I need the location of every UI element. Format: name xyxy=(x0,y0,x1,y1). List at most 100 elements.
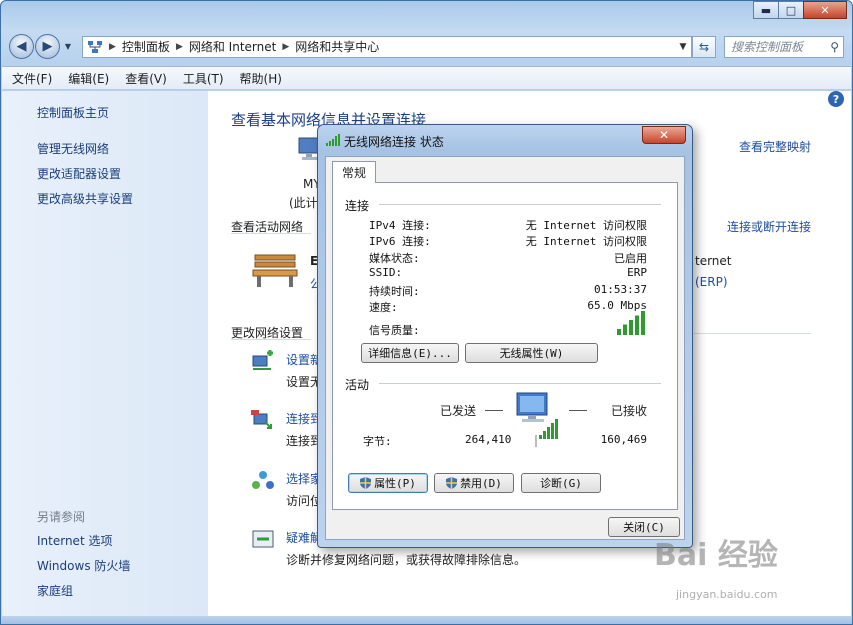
maximize-button[interactable]: □ xyxy=(778,1,804,19)
close-window-button[interactable]: ✕ xyxy=(803,1,847,19)
ssid-label: SSID: xyxy=(369,266,403,279)
back-button[interactable]: ◀ xyxy=(9,34,34,59)
computer-sub: (此计 xyxy=(289,196,318,210)
chevron-right-icon: ▶ xyxy=(175,41,183,52)
general-tab-panel: 连接 IPv4 连接: 无 Internet 访问权限 IPv6 连接: 无 I… xyxy=(332,182,678,510)
sidebar-advanced-sharing[interactable]: 更改高级共享设置 xyxy=(37,190,133,207)
divider xyxy=(379,204,661,205)
address-dropdown-icon[interactable]: ▼ xyxy=(675,42,691,52)
activity-group-label: 活动 xyxy=(345,378,370,392)
dialog-close-button[interactable]: ✕ xyxy=(642,126,686,144)
signal-quality-bars-icon xyxy=(617,311,645,335)
connect-to-network-icon xyxy=(251,410,272,429)
bytes-received-value: 160,469 xyxy=(600,433,647,446)
signal-bar xyxy=(617,329,621,335)
forward-arrow-icon: ▶ xyxy=(42,39,53,54)
wireless-properties-button[interactable]: 无线属性(W) xyxy=(465,343,598,363)
address-bar[interactable]: ▶ 控制面板 ▶ 网络和 Internet ▶ 网络和共享中心 ▼ xyxy=(82,35,692,58)
ipv4-label: IPv4 连接: xyxy=(369,219,431,232)
menu-tools[interactable]: 工具(T) xyxy=(183,70,224,87)
caption-buttons: ▬ □ ✕ xyxy=(753,1,847,19)
signal-bar xyxy=(629,320,633,335)
divider xyxy=(485,410,503,411)
see-also-windows-firewall[interactable]: Windows 防火墙 xyxy=(37,557,130,574)
baidu-watermark-url: jingyan.baidu.com xyxy=(676,588,778,601)
signal-bar xyxy=(623,324,627,335)
close-icon: ✕ xyxy=(658,128,670,142)
disable-button-label: 禁用(D) xyxy=(460,477,502,490)
chevron-right-icon: ▶ xyxy=(109,41,116,52)
details-button[interactable]: 详细信息(E)... xyxy=(361,343,459,363)
recent-pages-dropdown[interactable]: ▼ xyxy=(62,42,74,51)
signal-bar xyxy=(635,315,639,335)
menu-view[interactable]: 查看(V) xyxy=(125,70,167,87)
minimize-button[interactable]: ▬ xyxy=(753,1,779,19)
search-icon[interactable]: ⚲ xyxy=(830,40,839,54)
see-also-homegroup[interactable]: 家庭组 xyxy=(37,582,73,599)
uac-shield-icon xyxy=(360,477,372,489)
properties-button-label: 属性(P) xyxy=(374,477,416,490)
signal-bar xyxy=(641,311,645,335)
speed-label: 速度: xyxy=(369,301,398,314)
ipv4-value: 无 Internet 访问权限 xyxy=(525,219,647,232)
bytes-sent-value: 264,410 xyxy=(465,433,512,446)
sidebar-control-panel-home[interactable]: 控制面板主页 xyxy=(37,104,109,121)
breadcrumb-network-sharing-center[interactable]: 网络和共享中心 xyxy=(295,38,379,55)
connection-group-label: 连接 xyxy=(345,199,370,213)
media-state-value: 已启用 xyxy=(614,252,647,265)
duration-label: 持续时间: xyxy=(369,285,420,298)
bytes-label: 字节: xyxy=(363,435,392,448)
divider xyxy=(231,233,311,234)
homegroup-icon xyxy=(252,471,274,489)
back-arrow-icon: ◀ xyxy=(16,39,27,54)
access-type: ternet xyxy=(695,254,732,268)
menu-file[interactable]: 文件(F) xyxy=(12,70,52,87)
forward-button[interactable]: ▶ xyxy=(35,34,60,59)
menu-help[interactable]: 帮助(H) xyxy=(240,70,282,87)
ssid-value: ERP xyxy=(627,266,647,279)
task-troubleshoot-desc: 诊断并修复网络问题，或获得故障排除信息。 xyxy=(286,553,527,567)
properties-button[interactable]: 属性(P) xyxy=(348,473,428,493)
dialog-title: 无线网络连接 状态 xyxy=(344,135,444,149)
refresh-button[interactable]: ⇆ xyxy=(692,35,716,58)
tab-general[interactable]: 常规 xyxy=(332,161,376,183)
divider xyxy=(379,383,661,384)
search-placeholder: 搜索控制面板 xyxy=(731,40,804,54)
window-bottom-border xyxy=(1,616,852,624)
connect-disconnect-link[interactable]: 连接或断开连接 xyxy=(727,218,811,235)
signal-strength-icon xyxy=(326,134,340,146)
divider xyxy=(231,339,311,340)
dialog-body: 常规 连接 IPv4 连接: 无 Internet 访问权限 IPv6 连接: … xyxy=(325,156,685,540)
search-input[interactable]: 搜索控制面板 ⚲ xyxy=(724,35,844,58)
divider xyxy=(694,333,811,334)
signal-quality-label: 信号质量: xyxy=(369,324,420,337)
received-label: 已接收 xyxy=(611,404,648,418)
breadcrumb-network-internet[interactable]: 网络和 Internet xyxy=(189,38,276,55)
menu-bar: 文件(F) 编辑(E) 查看(V) 工具(T) 帮助(H) xyxy=(2,66,851,90)
navigation-bar: ◀ ▶ ▼ ▶ 控制面板 ▶ 网络和 Internet ▶ 网络和共享中心 ▼ … xyxy=(9,34,844,59)
ipv6-value: 无 Internet 访问权限 xyxy=(525,235,647,248)
help-icon[interactable]: ? xyxy=(828,91,844,107)
see-also-internet-options[interactable]: Internet 选项 xyxy=(37,532,112,549)
troubleshoot-icon xyxy=(252,530,274,548)
see-full-map-link[interactable]: 查看完整映射 xyxy=(739,138,811,155)
media-state-label: 媒体状态: xyxy=(369,252,420,265)
ipv6-label: IPv6 连接: xyxy=(369,235,431,248)
refresh-icon: ⇆ xyxy=(698,39,710,54)
chevron-right-icon: ▶ xyxy=(282,41,290,52)
see-also-heading: 另请参阅 xyxy=(37,510,86,524)
diagnose-button[interactable]: 诊断(G) xyxy=(521,473,601,493)
setup-connection-icon xyxy=(252,350,273,370)
disable-button[interactable]: 禁用(D) xyxy=(434,473,514,493)
wireless-status-dialog: 无线网络连接 状态 ✕ 常规 连接 IPv4 连接: 无 Internet 访问… xyxy=(317,124,693,548)
network-icon xyxy=(88,40,102,53)
menu-edit[interactable]: 编辑(E) xyxy=(68,70,109,87)
divider xyxy=(569,410,587,411)
uac-shield-icon xyxy=(446,477,458,489)
activity-computer-icon xyxy=(516,392,558,447)
sidebar-manage-wireless[interactable]: 管理无线网络 xyxy=(37,140,109,157)
breadcrumb-control-panel[interactable]: 控制面板 xyxy=(122,38,170,55)
sidebar-change-adapter[interactable]: 更改适配器设置 xyxy=(37,165,121,182)
connection-erp-link[interactable]: (ERP) xyxy=(695,275,728,289)
public-network-bench-icon xyxy=(252,254,298,287)
